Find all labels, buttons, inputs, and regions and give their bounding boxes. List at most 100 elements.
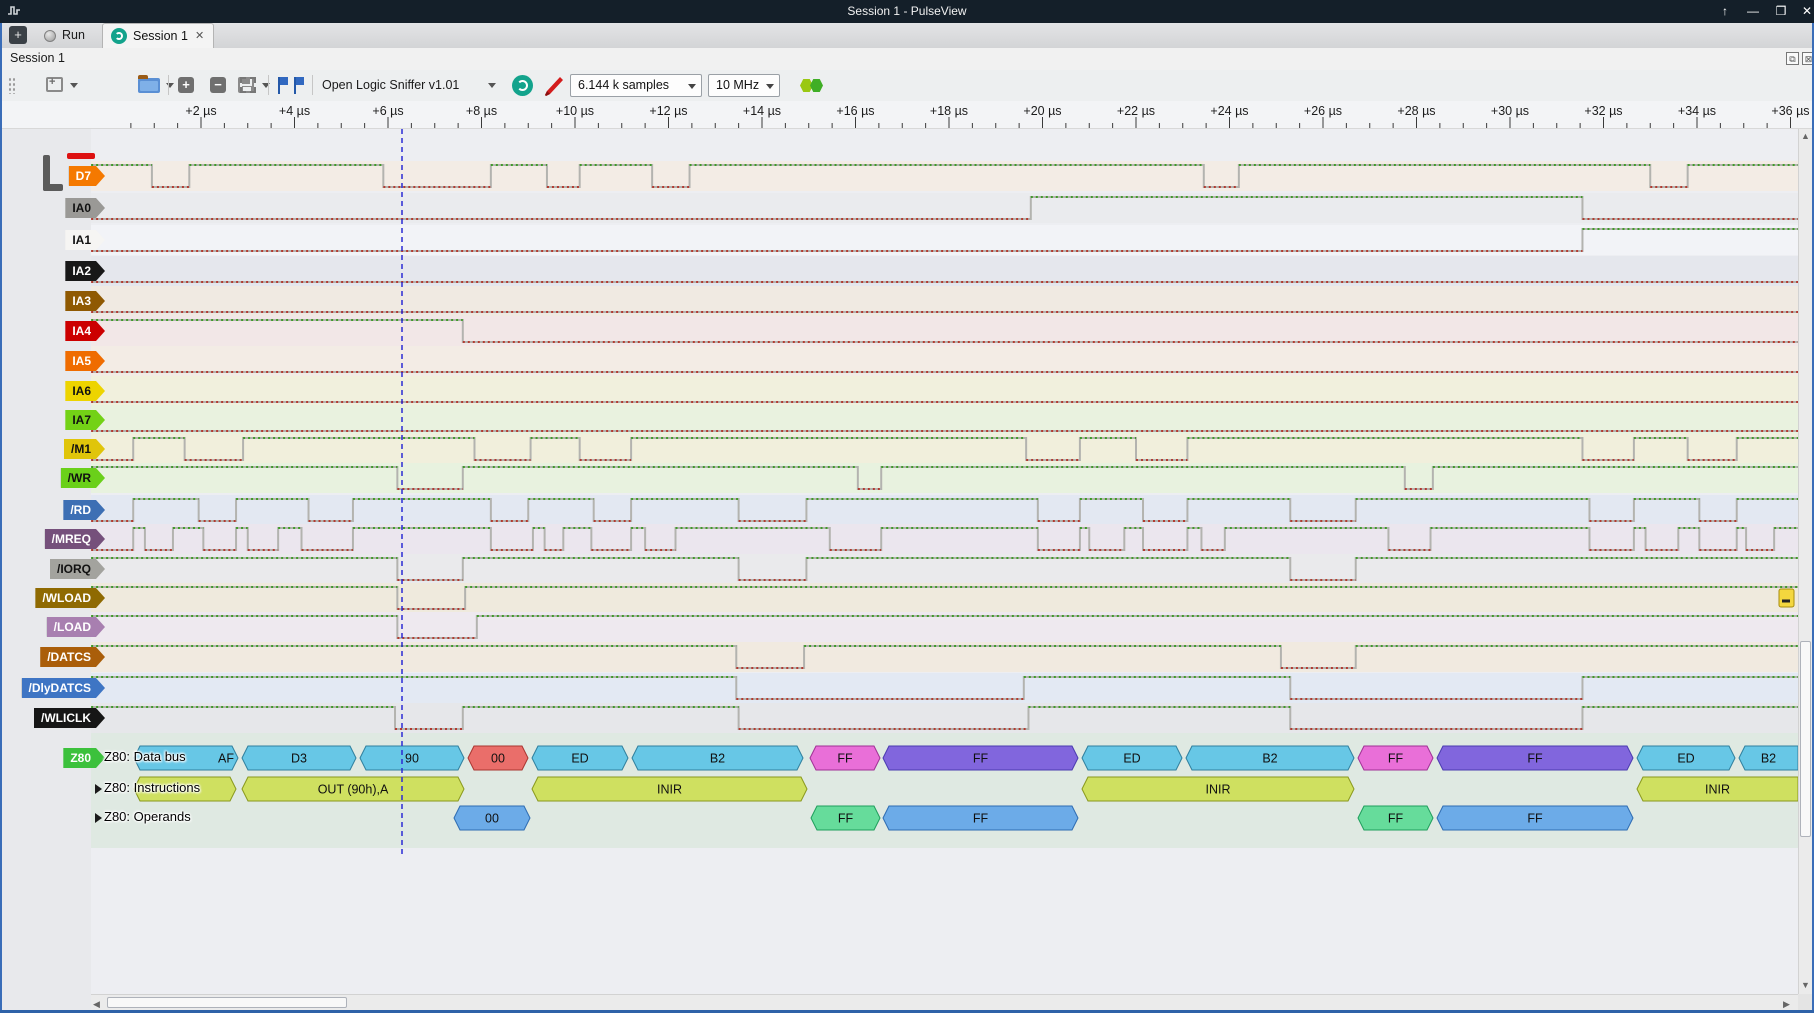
dock-title: Session 1 — [10, 51, 65, 65]
annotation-text: OUT (90h),A — [318, 783, 389, 797]
partial-channel-tag[interactable] — [67, 153, 95, 159]
new-view-button[interactable] — [22, 70, 64, 101]
probe-icon[interactable] — [542, 75, 564, 97]
ruler-label: +6 µs — [356, 104, 420, 118]
annotation-text: FF — [973, 752, 989, 766]
horizontal-scrollbar[interactable]: ◀ ▶ — [91, 994, 1798, 1010]
ruler-label: +20 µs — [1011, 104, 1075, 118]
toolbar-separator — [312, 75, 313, 95]
ruler-label: +26 µs — [1291, 104, 1355, 118]
ruler-label: +28 µs — [1385, 104, 1449, 118]
main-toolbar: + − Open Logic Sniffer v1.01 6.144 k sam… — [2, 70, 1812, 102]
channels-icon[interactable] — [810, 79, 823, 92]
tab-close-icon[interactable]: ✕ — [195, 29, 204, 42]
decoder-annotation — [134, 777, 236, 801]
new-session-button[interactable]: + — [5, 25, 31, 46]
sample-rate-value: 10 MHz — [716, 78, 759, 92]
sample-count-value: 6.144 k samples — [578, 78, 669, 92]
ruler-label: +14 µs — [730, 104, 794, 118]
annotation-text: FF — [1388, 752, 1404, 766]
annotation-text: INIR — [1705, 783, 1730, 797]
run-led-icon — [44, 30, 56, 42]
zoom-in-button[interactable]: + — [178, 77, 194, 93]
toolbar-separator — [168, 75, 169, 95]
device-name: Open Logic Sniffer v1.01 — [322, 78, 459, 92]
annotation-text: B2 — [710, 752, 725, 766]
ruler-label: +4 µs — [263, 104, 327, 118]
annotation-text: FF — [838, 812, 854, 826]
annotation-text: FF — [1527, 752, 1543, 766]
ruler-label: +2 µs — [169, 104, 233, 118]
vertical-scrollbar-slider[interactable] — [1800, 641, 1811, 837]
sigrok-logo-icon — [111, 28, 127, 44]
scroll-down-icon[interactable]: ▼ — [1799, 980, 1812, 990]
waveform-view[interactable]: AF D3 90 00 ED B2 FF FF ED B2 FF FF ED B2 OUT (90h),A I… — [0, 129, 1814, 994]
ruler-label: +8 µs — [450, 104, 514, 118]
save-button[interactable] — [118, 70, 162, 101]
trigger-marker — [1779, 589, 1794, 607]
combo-arrow-icon — [766, 84, 774, 89]
tab-session-1[interactable]: Session 1 ✕ — [102, 23, 214, 48]
minimize-button[interactable]: — — [1742, 3, 1764, 20]
vertical-scrollbar[interactable]: ▲ ▼ — [1798, 129, 1812, 994]
ruler-label: +22 µs — [1104, 104, 1168, 118]
annotation-text: INIR — [657, 783, 682, 797]
horizontal-scrollbar-slider[interactable] — [107, 997, 347, 1008]
maximize-button[interactable]: ❒ — [1770, 3, 1792, 20]
close-button[interactable]: ✕ — [1796, 3, 1814, 20]
window-title: Session 1 - PulseView — [0, 4, 1814, 18]
tab-label: Session 1 — [133, 29, 188, 43]
ruler-label: +30 µs — [1478, 104, 1542, 118]
scroll-up-icon[interactable]: ▲ — [1799, 131, 1812, 141]
scroll-right-icon[interactable]: ▶ — [1783, 999, 1790, 1010]
new-view-icon — [46, 77, 63, 92]
annotation-text: ED — [1677, 752, 1694, 766]
cursors-flag-icon[interactable] — [278, 77, 288, 94]
cursors-flag-icon[interactable] — [294, 77, 304, 94]
annotation-text: FF — [1388, 812, 1404, 826]
annotation-text: D3 — [291, 752, 307, 766]
annotation-text: B2 — [1761, 752, 1776, 766]
device-selector[interactable]: Open Logic Sniffer v1.01 — [322, 74, 500, 97]
ruler-label: +16 µs — [824, 104, 888, 118]
toolbar-separator — [268, 75, 269, 95]
annotation-text: ED — [571, 752, 588, 766]
ruler-label: +36 µs — [1759, 104, 1814, 118]
annotation-text: ED — [1123, 752, 1140, 766]
trigger-bracket-icon — [43, 155, 63, 191]
configure-device-icon[interactable] — [512, 75, 533, 96]
open-button[interactable] — [68, 70, 112, 101]
toolbar-grip[interactable] — [8, 77, 15, 94]
scrollbar-corner — [1798, 994, 1812, 1010]
device-dropdown-arrow[interactable] — [488, 83, 496, 88]
scrollbar-gap — [2, 994, 91, 1010]
annotation-text: INIR — [1206, 783, 1231, 797]
new-session-icon: + — [9, 26, 27, 44]
title-bar: Session 1 - PulseView ↑ — ❒ ✕ — [0, 0, 1814, 23]
ruler-label: +10 µs — [543, 104, 607, 118]
annotation-text: FF — [1527, 812, 1543, 826]
ruler-label: +34 µs — [1665, 104, 1729, 118]
annotation-text: 90 — [405, 752, 419, 766]
dock-float-icon[interactable]: ⧉ — [1786, 52, 1799, 65]
window-frame — [0, 23, 2, 1010]
zoom-out-button[interactable]: − — [210, 77, 226, 93]
annotation-text: 00 — [485, 812, 499, 826]
annotation-text: FF — [837, 752, 853, 766]
ruler-label: +18 µs — [917, 104, 981, 118]
sample-rate-combo[interactable]: 10 MHz — [708, 74, 780, 97]
zoom-fit-button[interactable] — [240, 77, 256, 93]
scroll-left-icon[interactable]: ◀ — [93, 999, 100, 1010]
sample-count-combo[interactable]: 6.144 k samples — [570, 74, 702, 97]
dock-header: Session 1 ⧉ ⊠ — [2, 48, 1812, 71]
shade-button[interactable]: ↑ — [1714, 3, 1736, 20]
ruler-label: +24 µs — [1198, 104, 1262, 118]
tab-bar: + Run Session 1 ✕ — [2, 23, 1812, 49]
combo-arrow-icon — [688, 84, 696, 89]
annotation-text: FF — [973, 812, 989, 826]
ruler-label: +32 µs — [1572, 104, 1636, 118]
run-button[interactable]: Run — [38, 25, 96, 46]
time-ruler: +2 µs+4 µs+6 µs+8 µs+10 µs+12 µs+14 µs+1… — [2, 101, 1812, 129]
annotation-text: B2 — [1262, 752, 1277, 766]
annotation-text: AF — [218, 752, 234, 766]
